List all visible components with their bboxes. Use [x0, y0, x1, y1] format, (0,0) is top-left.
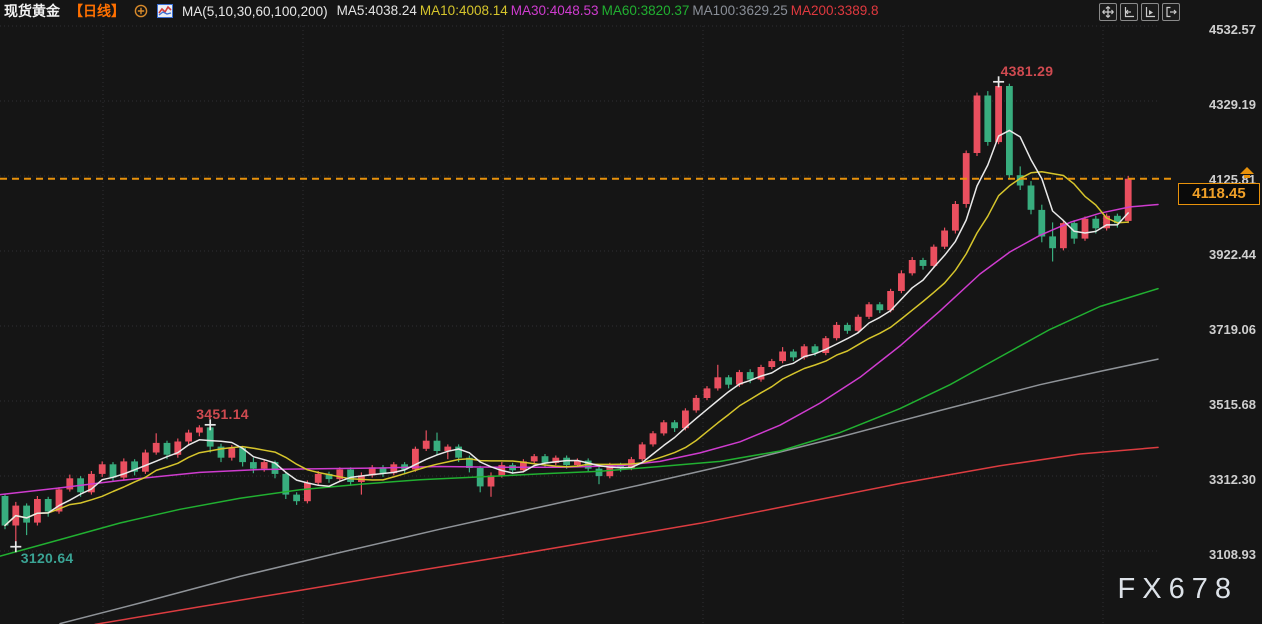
chart-canvas[interactable]: [0, 0, 1262, 624]
y-axis-label: 3922.44: [1176, 247, 1256, 263]
mini-chart-icon[interactable]: [157, 4, 173, 18]
y-axis-label: 3108.93: [1176, 547, 1256, 563]
ma-group-label: MA(5,10,30,60,100,200): [182, 4, 328, 19]
ma-legend-ma30: MA30:4048.53: [511, 3, 599, 18]
instrument-title: 现货黄金: [4, 1, 60, 21]
exit-icon[interactable]: [1162, 3, 1180, 21]
price-annotation: 3451.14: [196, 406, 249, 422]
y-axis-label: 4532.57: [1176, 22, 1256, 38]
move-icon[interactable]: [1099, 3, 1117, 21]
price-annotation: 4381.29: [1001, 63, 1054, 79]
y-axis-label: 3719.06: [1176, 322, 1256, 338]
ma-legend: MA5:4038.24MA10:4008.14MA30:4048.53MA60:…: [337, 2, 882, 20]
ma-legend-ma5: MA5:4038.24: [337, 3, 417, 18]
y-axis-scale-icon[interactable]: [1120, 3, 1138, 21]
fx678-watermark: FX678: [1118, 573, 1238, 606]
chart-header: 现货黄金 【日线】 MA(5,10,30,60,100,200) MA5:403…: [0, 0, 1262, 22]
price-up-arrow-icon: [1240, 166, 1254, 178]
ma-legend-ma60: MA60:3820.37: [602, 3, 690, 18]
ma-legend-ma200: MA200:3389.8: [791, 3, 879, 18]
ma-legend-ma10: MA10:4008.14: [420, 3, 508, 18]
candlestick-chart-area[interactable]: 4532.574329.194125.813922.443719.063515.…: [0, 0, 1262, 624]
trading-chart-app: 4532.574329.194125.813922.443719.063515.…: [0, 0, 1262, 624]
y-axis-label: 3515.68: [1176, 397, 1256, 413]
circle-plus-icon[interactable]: [134, 4, 148, 18]
last-price-badge: 4118.45: [1178, 183, 1260, 205]
y-axis-label: 4329.19: [1176, 97, 1256, 113]
period-tag: 【日线】: [69, 1, 125, 21]
ma-lines: [0, 130, 1158, 624]
chart-toolbar: [1096, 3, 1180, 21]
ma-legend-ma100: MA100:3629.25: [692, 3, 787, 18]
x-axis-scale-icon[interactable]: [1141, 3, 1159, 21]
price-annotation: 3120.64: [21, 550, 74, 566]
candles: [2, 82, 1132, 547]
y-axis-label: 3312.30: [1176, 472, 1256, 488]
